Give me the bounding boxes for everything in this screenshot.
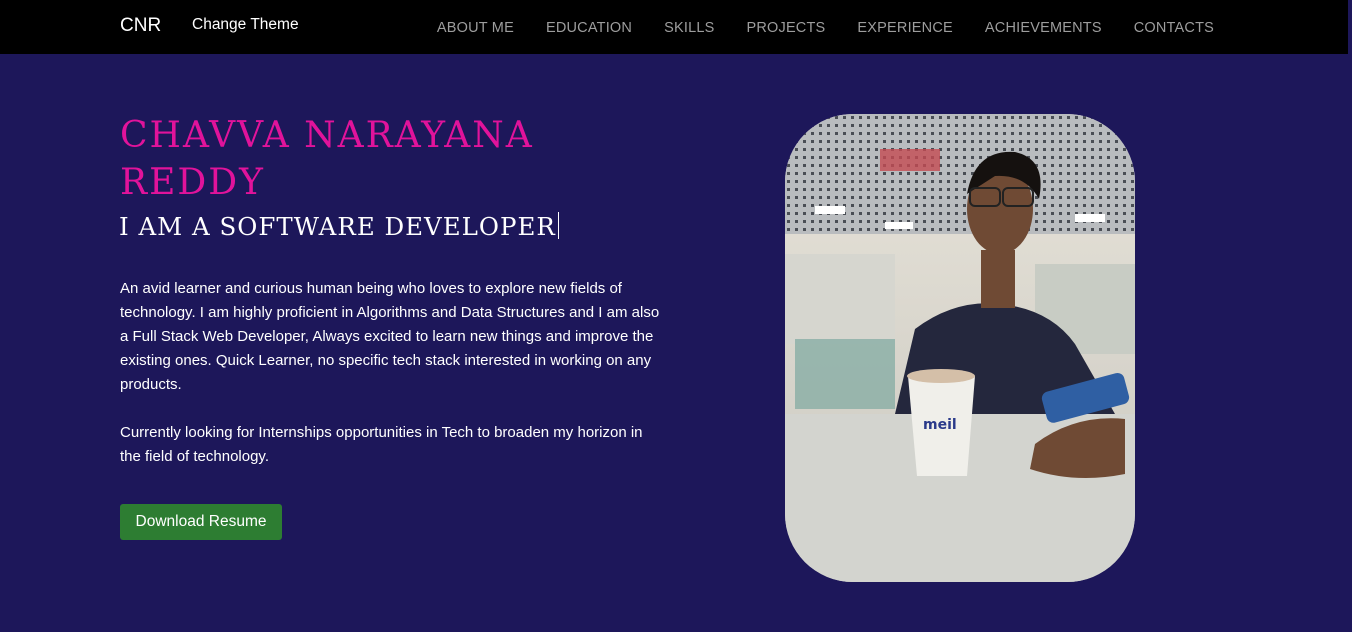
svg-text:meil: meil — [923, 417, 957, 433]
hero-name: CHAVVA NARAYANA REDDY — [120, 115, 534, 203]
nav-link-education[interactable]: EDUCATION — [546, 20, 632, 36]
hero-bio: An avid learner and curious human being … — [120, 277, 665, 469]
nav-link-projects[interactable]: PROJECTS — [746, 20, 825, 36]
page-scrollbar[interactable] — [1348, 0, 1352, 632]
profile-photo: meil — [785, 114, 1135, 582]
bio-paragraph-2: Currently looking for Internships opport… — [120, 424, 643, 465]
hero-tagline: I AM A SOFTWARE DEVELOPER — [119, 212, 559, 241]
nav-link-skills[interactable]: SKILLS — [664, 20, 714, 36]
change-theme-button[interactable]: Change Theme — [192, 16, 299, 34]
nav-links: ABOUT ME EDUCATION SKILLS PROJECTS EXPER… — [437, 17, 1214, 36]
tagline-text: I AM A SOFTWARE DEVELOPER — [119, 212, 556, 241]
profile-photo-illustration: meil — [785, 114, 1135, 582]
typing-cursor — [557, 212, 559, 239]
nav-link-achievements[interactable]: ACHIEVEMENTS — [985, 20, 1102, 36]
nav-link-about-me[interactable]: ABOUT ME — [437, 20, 514, 36]
navbar: CNR Change Theme ABOUT ME EDUCATION SKIL… — [0, 0, 1352, 54]
nav-link-experience[interactable]: EXPERIENCE — [857, 20, 952, 36]
bio-paragraph-1: An avid learner and curious human being … — [120, 280, 660, 393]
download-resume-button[interactable]: Download Resume — [120, 504, 282, 540]
nav-link-contacts[interactable]: CONTACTS — [1134, 20, 1214, 36]
brand-logo[interactable]: CNR — [120, 15, 161, 37]
